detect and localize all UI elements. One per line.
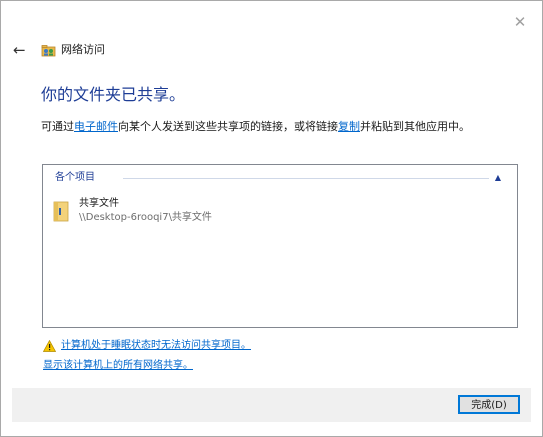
page-heading: 你的文件夹已共享。 xyxy=(41,85,186,104)
item-path: \\Desktop-6rooqi7\共享文件 xyxy=(79,212,212,223)
description-text-2: 向某个人发送到这些共享项的链接，或将链接 xyxy=(118,120,338,133)
show-all-shares-link[interactable]: 显示该计算机上的所有网络共享。 xyxy=(43,359,193,373)
network-share-icon xyxy=(41,45,56,57)
item-name: 共享文件 xyxy=(79,198,119,209)
sleep-warning-link[interactable]: 计算机处于睡眠状态时无法访问共享项目。 xyxy=(61,339,251,353)
finish-button[interactable]: 完成(D) xyxy=(458,395,520,414)
back-arrow-icon: ← xyxy=(13,41,26,59)
close-button[interactable]: ✕ xyxy=(512,14,528,30)
copy-link[interactable]: 复制 xyxy=(338,120,360,133)
description-text-1: 可通过 xyxy=(41,120,74,133)
window-title: 网络访问 xyxy=(61,43,105,56)
email-link[interactable]: 电子邮件 xyxy=(74,120,118,133)
close-icon: ✕ xyxy=(513,13,527,31)
back-button[interactable]: ← xyxy=(13,42,29,58)
group-divider xyxy=(123,178,489,179)
network-access-dialog: ✕ ← 网络访问 你的文件夹已共享。 可通过电子邮件向某个人发送到这些共享项的链… xyxy=(0,0,543,437)
warning-icon xyxy=(43,340,56,352)
description-text-3: 并粘贴到其他应用中。 xyxy=(360,120,470,133)
list-item[interactable]: 共享文件 \\Desktop-6rooqi7\共享文件 xyxy=(53,194,353,228)
group-label: 各个项目 xyxy=(55,171,100,185)
share-description: 可通过电子邮件向某个人发送到这些共享项的链接，或将链接复制并粘贴到其他应用中。 xyxy=(41,120,470,134)
folder-icon xyxy=(53,201,69,222)
dialog-footer: 完成(D) xyxy=(12,388,531,422)
group-header[interactable]: 各个项目 ▲ xyxy=(55,171,507,185)
shared-items-list[interactable]: 各个项目 ▲ 共享文件 \\Desktop-6rooqi7\共享文件 xyxy=(42,164,518,328)
collapse-chevron-icon[interactable]: ▲ xyxy=(493,171,503,185)
